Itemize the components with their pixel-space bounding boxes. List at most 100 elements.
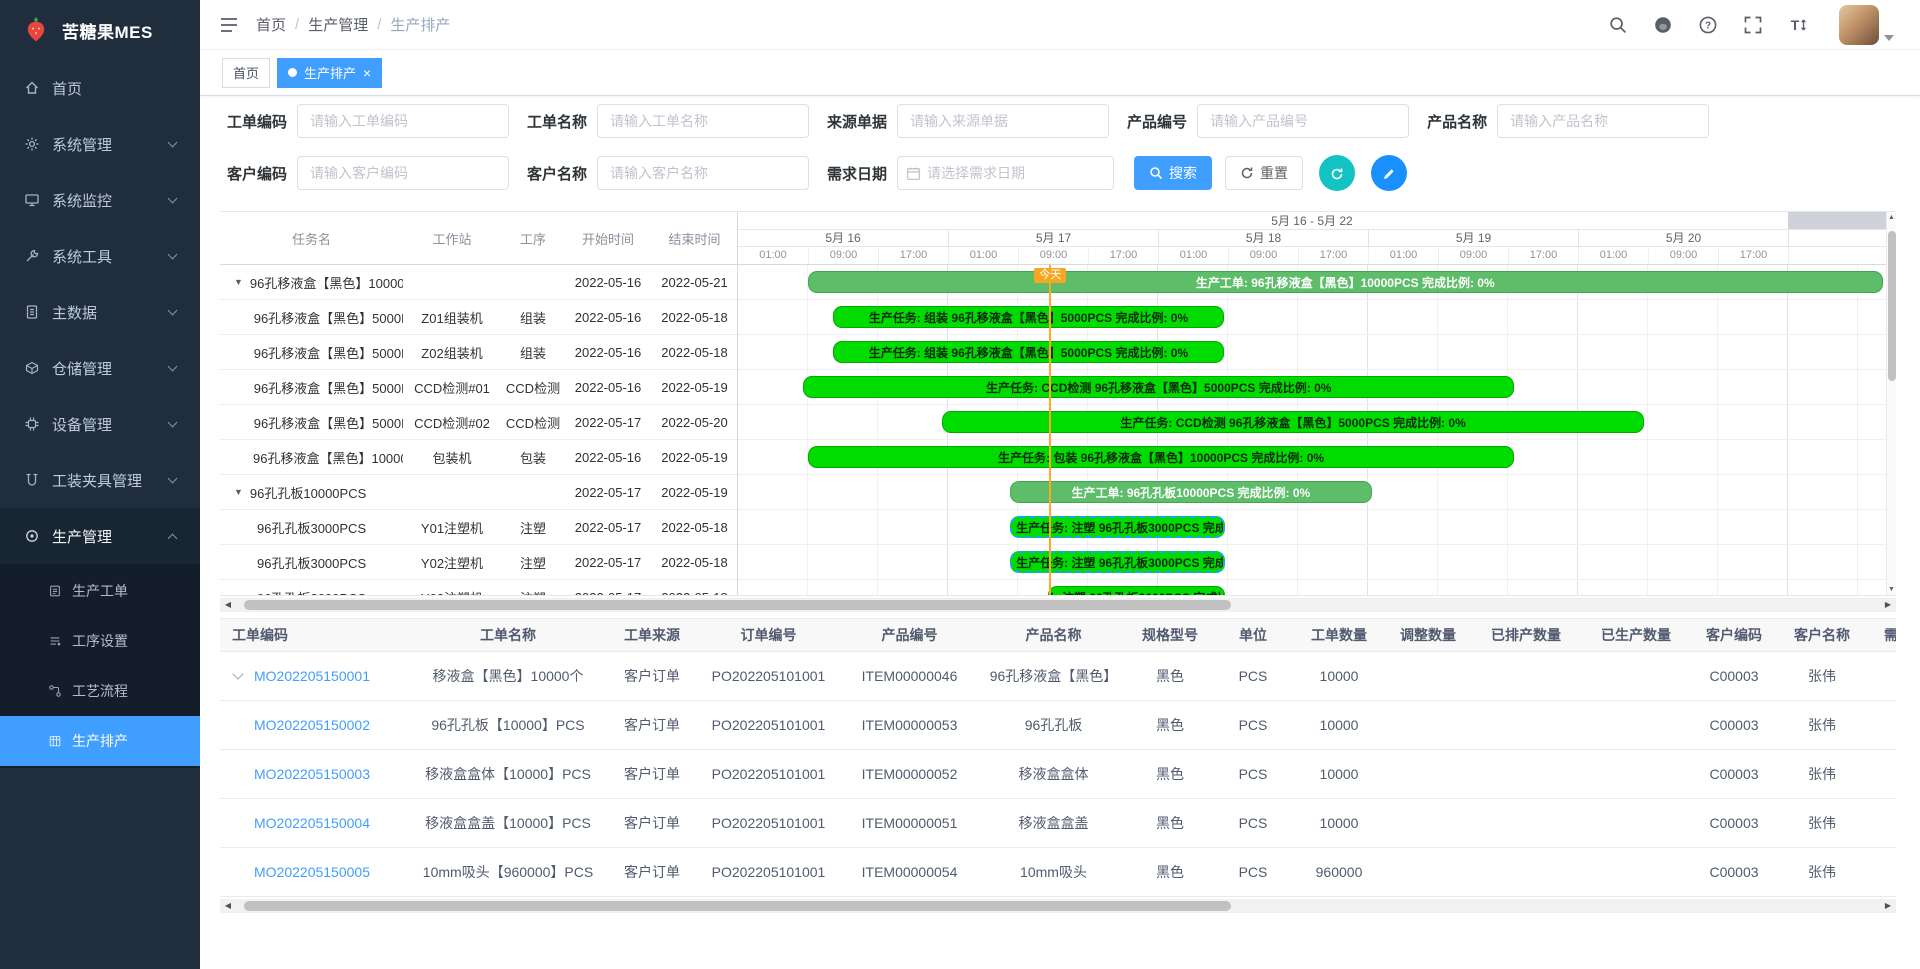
orders-row[interactable]: MO20220515000296孔孔板【10000】PCS客户订单PO20220… <box>220 701 1896 750</box>
gantt-timeline-row: 生产工单: 96孔孔板10000PCS 完成比例: 0% <box>738 475 1886 510</box>
horizontal-scroll-thumb[interactable] <box>244 901 1230 911</box>
gantt-bar[interactable]: 生产任务: 注塑 96孔孔板3000PCS 完成比例: 0% <box>1048 586 1225 595</box>
filter-label: 产品名称 <box>1427 111 1487 132</box>
sidebar-subitem-process-flow[interactable]: 工艺流程 <box>0 666 200 716</box>
collapse-triangle-icon[interactable]: ▼ <box>234 487 243 497</box>
expand-caret-icon[interactable] <box>232 668 243 679</box>
gantt-horizontal-scrollbar[interactable]: ◀ ▶ <box>220 598 1896 612</box>
sidebar-subitem-work-order[interactable]: 生产工单 <box>0 566 200 616</box>
orders-column-header: 工单数量 <box>1293 625 1385 645</box>
gantt-bar[interactable]: 生产任务: 注塑 96孔孔板3000PCS 完成比例: 0% <box>1010 516 1225 538</box>
breadcrumb-separator: / <box>377 16 381 33</box>
product-code-input[interactable] <box>1197 104 1409 138</box>
sidebar-subitem-process-setup[interactable]: 工序设置 <box>0 616 200 666</box>
github-icon[interactable] <box>1653 15 1673 35</box>
orders-row[interactable]: MO202205150004移液盒盒盖【10000】PCS客户订单PO20220… <box>220 799 1896 848</box>
sidebar: 苦糖果MES 首页系统管理系统监控系统工具主数据仓储管理设备管理工装夹具管理生产… <box>0 0 200 969</box>
orders-cell: C00003 <box>1691 668 1777 684</box>
gantt-grid-row[interactable]: ▼96孔孔板10000PCS2022-05-172022-05-19 <box>220 475 737 510</box>
sidebar-subitem-label: 生产工单 <box>72 581 128 601</box>
help-icon[interactable]: ? <box>1698 15 1718 35</box>
gantt-bar[interactable]: 生产工单: 96孔移液盒【黑色】10000PCS 完成比例: 0% <box>808 271 1883 293</box>
gantt-grid-row[interactable]: 96孔孔板3000PCSY02注塑机注塑2022-05-172022-05-18 <box>220 545 737 580</box>
gantt-timeline-row: 生产任务: 注塑 96孔孔板3000PCS 完成比例: 0% <box>738 545 1886 580</box>
sidebar-item-system[interactable]: 系统管理 <box>0 116 200 172</box>
font-size-icon[interactable]: T <box>1788 15 1808 35</box>
close-icon[interactable]: × <box>363 66 371 80</box>
sidebar-item-warehouse[interactable]: 仓储管理 <box>0 340 200 396</box>
demand-date-input[interactable] <box>927 165 1105 181</box>
tab-home[interactable]: 首页 <box>222 58 270 88</box>
gantt-grid-row[interactable]: 96孔孔板3000PCSY01注塑机注塑2022-05-172022-05-18 <box>220 510 737 545</box>
product-name-input[interactable] <box>1497 104 1709 138</box>
scroll-left-arrow-icon[interactable]: ◀ <box>220 899 236 913</box>
gantt-bar[interactable]: 生产任务: 组装 96孔移液盒【黑色】5000PCS 完成比例: 0% <box>833 306 1223 328</box>
tool-icon <box>24 248 40 264</box>
sidebar-toggle-icon[interactable] <box>218 14 240 36</box>
gantt-grid-row[interactable]: 96孔移液盒【黑色】5000PCSCCD检测#01CCD检测2022-05-16… <box>220 370 737 405</box>
refresh-gantt-button[interactable] <box>1319 155 1355 191</box>
gantt-grid-row[interactable]: 96孔移液盒【黑色】5000PCSCCD检测#02CCD检测2022-05-17… <box>220 405 737 440</box>
order-code-link[interactable]: MO202205150001 <box>254 668 370 684</box>
gantt-grid-row[interactable]: 96孔移液盒【黑色】10000PCS包装机包装2022-05-162022-05… <box>220 440 737 475</box>
gantt-grid-row[interactable]: 96孔孔板3000PCSY03注塑机注塑2022-05-172022-05-18 <box>220 580 737 595</box>
order-code-link[interactable]: MO202205150002 <box>254 717 370 733</box>
gantt-grid-row[interactable]: 96孔移液盒【黑色】5000PCSZ01组装机组装2022-05-162022-… <box>220 300 737 335</box>
tab-production-schedule[interactable]: 生产排产× <box>277 58 382 88</box>
orders-row[interactable]: MO20220515000510mm吸头【960000】PCS客户订单PO202… <box>220 848 1896 897</box>
search-button-label: 搜索 <box>1169 163 1197 183</box>
order-code-link[interactable]: MO202205150004 <box>254 815 370 831</box>
gantt-bar[interactable]: 生产任务: 包装 96孔移液盒【黑色】10000PCS 完成比例: 0% <box>808 446 1514 468</box>
gantt-bar[interactable]: 生产任务: 注塑 96孔孔板3000PCS 完成比例: 0% <box>1010 551 1225 573</box>
scroll-right-arrow-icon[interactable]: ▶ <box>1880 598 1896 612</box>
scroll-up-arrow-icon[interactable]: ▲ <box>1888 212 1895 223</box>
scroll-right-arrow-icon[interactable]: ▶ <box>1880 899 1896 913</box>
sidebar-subitem-production-schedule[interactable]: 生产排产 <box>0 716 200 766</box>
work-order-code-input[interactable] <box>297 104 509 138</box>
gantt-timeline: 5月 16 - 5月 22 5月 165月 175月 185月 195月 20 … <box>738 212 1886 595</box>
gantt-grid-row[interactable]: ▼96孔移液盒【黑色】10000PCS2022-05-162022-05-21 <box>220 265 737 300</box>
gantt-bar[interactable]: 生产工单: 96孔孔板10000PCS 完成比例: 0% <box>1010 481 1372 503</box>
reset-button[interactable]: 重置 <box>1225 156 1303 190</box>
gantt-bar[interactable]: 生产任务: 组装 96孔移液盒【黑色】5000PCS 完成比例: 0% <box>833 341 1223 363</box>
orders-row[interactable]: MO202205150001移液盒【黑色】10000个客户订单PO2022051… <box>220 652 1896 701</box>
work-order-name-input[interactable] <box>597 104 809 138</box>
breadcrumb-item[interactable]: 首页 <box>256 14 286 35</box>
customer-name-input[interactable] <box>597 156 809 190</box>
gantt-cell: Y01注塑机 <box>403 518 501 537</box>
order-code-link[interactable]: MO202205150003 <box>254 766 370 782</box>
gantt-grid-row[interactable]: 96孔移液盒【黑色】5000PCSZ02组装机组装2022-05-162022-… <box>220 335 737 370</box>
avatar[interactable] <box>1839 5 1879 45</box>
sidebar-item-monitor[interactable]: 系统监控 <box>0 172 200 228</box>
gantt-bar[interactable]: 生产任务: CCD检测 96孔移液盒【黑色】5000PCS 完成比例: 0% <box>942 411 1643 433</box>
orders-cell: PCS <box>1213 766 1293 782</box>
orders-horizontal-scrollbar[interactable]: ◀ ▶ <box>220 899 1896 913</box>
sidebar-item-master-data[interactable]: 主数据 <box>0 284 200 340</box>
breadcrumb-item[interactable]: 生产管理 <box>308 14 368 35</box>
sidebar-item-production[interactable]: 生产管理 <box>0 508 200 564</box>
edit-button[interactable] <box>1371 155 1407 191</box>
gantt-grid-header: 任务名工作站工序开始时间结束时间 <box>220 212 737 265</box>
gantt-vertical-scrollbar[interactable]: ▲ ▼ <box>1886 212 1896 595</box>
customer-code-input[interactable] <box>297 156 509 190</box>
gantt-cell: 2022-05-19 <box>651 450 737 465</box>
fullscreen-icon[interactable] <box>1743 15 1763 35</box>
search-button[interactable]: 搜索 <box>1134 156 1212 190</box>
user-menu[interactable] <box>1839 5 1894 45</box>
sidebar-item-tools[interactable]: 系统工具 <box>0 228 200 284</box>
collapse-triangle-icon[interactable]: ▼ <box>234 277 243 287</box>
sidebar-item-home[interactable]: 首页 <box>0 60 200 116</box>
search-icon[interactable] <box>1608 15 1628 35</box>
vertical-scroll-thumb[interactable] <box>1888 231 1896 381</box>
scroll-down-arrow-icon[interactable]: ▼ <box>1888 584 1895 595</box>
sidebar-item-equipment[interactable]: 设备管理 <box>0 396 200 452</box>
order-code-link[interactable]: MO202205150005 <box>254 864 370 880</box>
sidebar-item-fixture[interactable]: 工装夹具管理 <box>0 452 200 508</box>
source-doc-input[interactable] <box>897 104 1109 138</box>
filter-label: 来源单据 <box>827 111 887 132</box>
gantt-bar[interactable]: 生产任务: CCD检测 96孔移液盒【黑色】5000PCS 完成比例: 0% <box>803 376 1514 398</box>
horizontal-scroll-thumb[interactable] <box>244 600 1230 610</box>
scroll-left-arrow-icon[interactable]: ◀ <box>220 598 236 612</box>
orders-row[interactable]: MO202205150003移液盒盒体【10000】PCS客户订单PO20220… <box>220 750 1896 799</box>
orders-column-header: 产品名称 <box>980 625 1127 645</box>
